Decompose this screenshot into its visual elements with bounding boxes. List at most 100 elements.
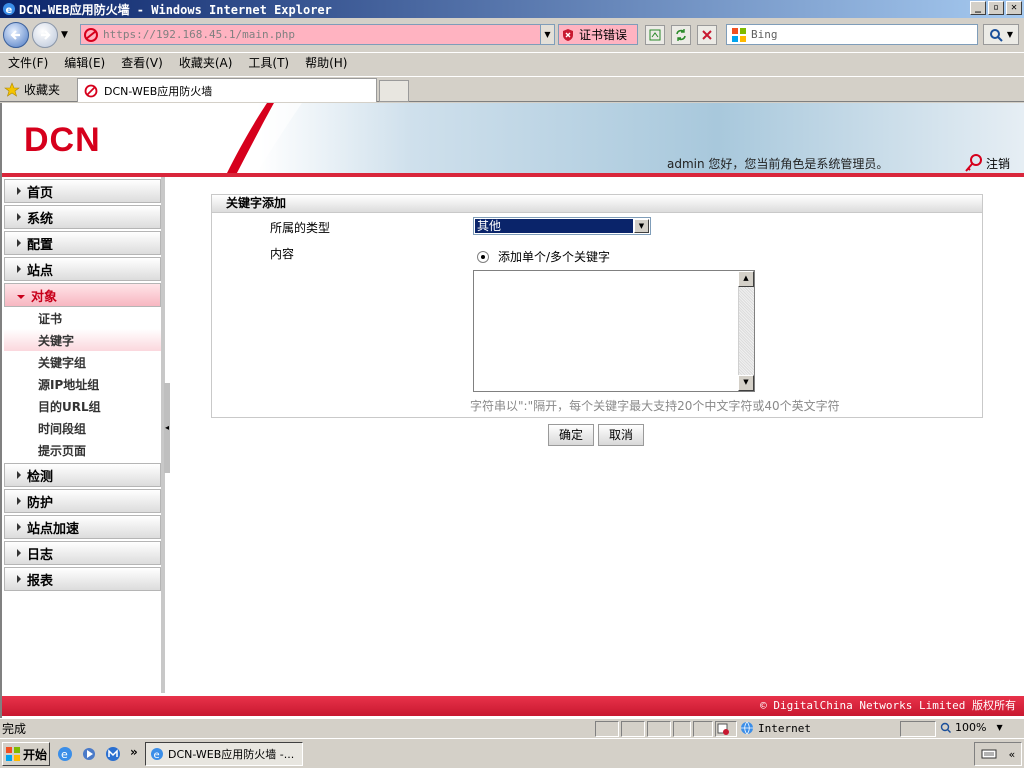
media-quicklaunch-icon[interactable] xyxy=(80,745,98,763)
sidebar-item-protect[interactable]: 防护 xyxy=(4,489,161,513)
textarea-scrollbar[interactable] xyxy=(738,271,754,391)
ie-icon: e xyxy=(151,748,163,761)
address-dropdown-icon[interactable]: ▼ xyxy=(540,25,554,44)
address-url[interactable]: https://192.168.45.1/main.php xyxy=(103,28,540,41)
sidebar-subitem-keyword-group[interactable]: 关键字组 xyxy=(4,351,161,373)
messenger-quicklaunch-icon[interactable] xyxy=(104,745,122,763)
address-bar[interactable]: https://192.168.45.1/main.php ▼ xyxy=(80,24,555,45)
expand-arrow-icon xyxy=(17,549,21,557)
history-dropdown-icon[interactable]: ▼ xyxy=(61,30,73,40)
sidebar-item-report[interactable]: 报表 xyxy=(4,567,161,591)
scroll-down-icon[interactable]: ▼ xyxy=(738,375,754,391)
status-cell xyxy=(693,721,713,737)
sidebar-item-log[interactable]: 日志 xyxy=(4,541,161,565)
security-zone[interactable]: Internet xyxy=(740,721,811,735)
add-keywords-radio[interactable]: 添加单个/多个关键字 xyxy=(477,248,610,265)
sidebar-subitem-keyword[interactable]: 关键字 xyxy=(4,329,161,351)
ie-page-icon xyxy=(84,27,98,42)
menu-favorites[interactable]: 收藏夹(A) xyxy=(179,54,233,71)
expand-arrow-icon xyxy=(17,239,21,247)
search-input[interactable]: Bing xyxy=(726,24,978,45)
sidebar-item-label: 报表 xyxy=(27,573,54,589)
sidebar-subitem-certificate[interactable]: 证书 xyxy=(4,307,161,329)
menu-help[interactable]: 帮助(H) xyxy=(305,54,347,71)
new-tab-button[interactable] xyxy=(379,80,409,102)
search-dropdown-icon[interactable]: ▼ xyxy=(1007,30,1013,39)
sidebar-subitem-source-ip-group[interactable]: 源IP地址组 xyxy=(4,373,161,395)
tab-page-icon xyxy=(84,84,98,97)
sidebar-item-label: 配置 xyxy=(27,237,54,253)
type-select-value: 其他 xyxy=(474,218,634,234)
star-icon xyxy=(4,81,20,97)
ok-button[interactable]: 确定 xyxy=(548,424,594,446)
minimize-button[interactable]: _ xyxy=(970,1,986,15)
stop-button[interactable] xyxy=(697,25,717,45)
windows-logo-icon xyxy=(6,747,20,761)
protected-mode-cell[interactable] xyxy=(900,721,936,737)
sidebar-item-home[interactable]: 首页 xyxy=(4,179,161,203)
search-button[interactable]: ▼ xyxy=(983,24,1019,45)
keyboard-icon[interactable] xyxy=(981,748,997,760)
popup-blocked-cell[interactable] xyxy=(715,721,737,737)
status-cell xyxy=(595,721,619,737)
ie-icon: e xyxy=(3,3,15,16)
chevron-down-icon[interactable]: ▼ xyxy=(634,219,649,233)
sidebar-item-site[interactable]: 站点 xyxy=(4,257,161,281)
sidebar-item-system[interactable]: 系统 xyxy=(4,205,161,229)
ie-quicklaunch-icon[interactable]: e xyxy=(56,745,74,763)
tray-expand-icon[interactable]: « xyxy=(1008,748,1015,761)
expand-arrow-icon xyxy=(17,213,21,221)
sidebar-item-label: 首页 xyxy=(27,185,54,201)
key-icon xyxy=(965,154,982,172)
search-placeholder: Bing xyxy=(751,28,778,41)
keyword-textarea[interactable]: ▲ ▼ xyxy=(473,270,755,392)
web-page: DCN admin 您好，您当前角色是系统管理员。 注销 首页 系统 配置 站点… xyxy=(0,103,1024,718)
back-arrow-icon xyxy=(10,30,20,40)
sidebar-item-label: 站点 xyxy=(27,263,54,279)
taskbar-window-label: DCN-WEB应用防火墙 -... xyxy=(168,748,295,761)
cert-error-label: 证书错误 xyxy=(579,28,628,42)
quicklaunch-more-icon[interactable]: » xyxy=(130,745,138,759)
sidebar-subitem-dest-url-group[interactable]: 目的URL组 xyxy=(4,395,161,417)
taskbar-ie-window[interactable]: e DCN-WEB应用防火墙 -... xyxy=(145,742,303,766)
status-text: 完成 xyxy=(2,722,27,736)
bing-icon xyxy=(732,27,746,42)
compatibility-button[interactable] xyxy=(645,25,665,45)
zoom-icon xyxy=(940,722,951,733)
cancel-button[interactable]: 取消 xyxy=(598,424,644,446)
sidebar-item-object[interactable]: 对象 xyxy=(4,283,161,307)
zone-label: Internet xyxy=(758,721,811,735)
menu-bar: 文件(F) 编辑(E) 查看(V) 收藏夹(A) 工具(T) 帮助(H) xyxy=(0,52,1024,72)
sidebar-subitem-prompt-page[interactable]: 提示页面 xyxy=(4,439,161,461)
maximize-button[interactable]: ▫ xyxy=(988,1,1004,15)
sidebar: 首页 系统 配置 站点 对象 证书 关键字 关键字组 源IP地址组 目的URL组… xyxy=(2,177,165,693)
sidebar-item-label: 系统 xyxy=(27,211,54,227)
menu-view[interactable]: 查看(V) xyxy=(121,54,163,71)
browser-tab[interactable]: DCN-WEB应用防火墙 xyxy=(77,78,377,102)
back-button[interactable] xyxy=(3,22,29,48)
sidebar-item-acceleration[interactable]: 站点加速 xyxy=(4,515,161,539)
shield-error-icon xyxy=(563,28,573,41)
start-button[interactable]: 开始 xyxy=(2,742,50,766)
favorites-button[interactable]: 收藏夹 xyxy=(4,81,60,98)
menu-file[interactable]: 文件(F) xyxy=(8,54,48,71)
sidebar-item-config[interactable]: 配置 xyxy=(4,231,161,255)
forward-button[interactable] xyxy=(32,22,58,48)
sidebar-subitem-time-group[interactable]: 时间段组 xyxy=(4,417,161,439)
scroll-up-icon[interactable]: ▲ xyxy=(738,271,754,287)
sidebar-item-label: 对象 xyxy=(31,289,58,305)
certificate-error-button[interactable]: 证书错误 xyxy=(558,24,638,45)
sidebar-item-detect[interactable]: 检测 xyxy=(4,463,161,487)
menu-edit[interactable]: 编辑(E) xyxy=(64,54,105,71)
close-button[interactable]: ✕ xyxy=(1006,1,1022,15)
logout-link[interactable]: 注销 xyxy=(964,153,1010,173)
zoom-control[interactable]: 100% ▼ xyxy=(940,721,1003,734)
type-label: 所属的类型 xyxy=(270,221,331,235)
zoom-dropdown-icon[interactable]: ▼ xyxy=(996,723,1002,732)
radio-checked-icon[interactable] xyxy=(477,250,489,263)
content-label: 内容 xyxy=(270,247,295,261)
type-select[interactable]: 其他 ▼ xyxy=(473,217,651,235)
dcn-logo: DCN xyxy=(24,121,101,159)
menu-tools[interactable]: 工具(T) xyxy=(248,54,289,71)
refresh-button[interactable] xyxy=(671,25,691,45)
